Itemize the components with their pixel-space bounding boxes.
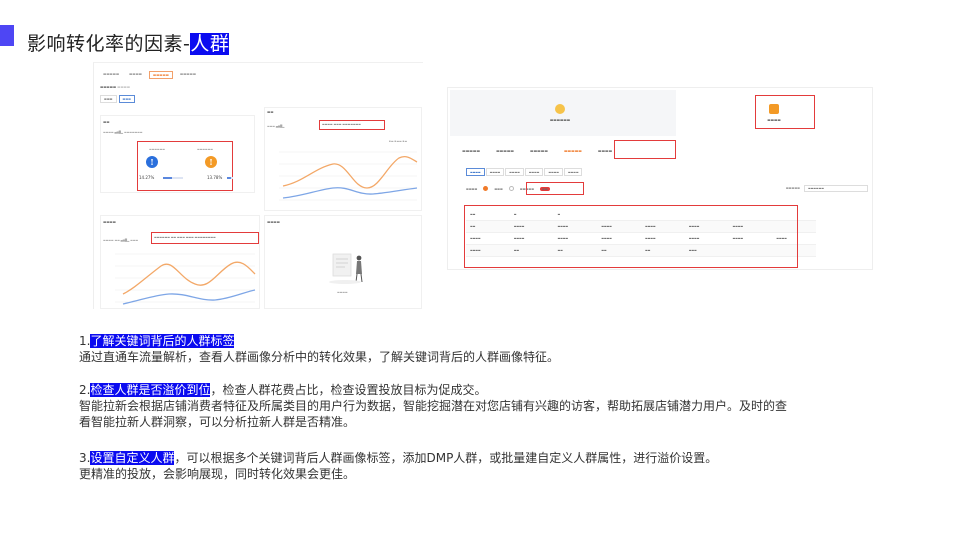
screenshot-tabs: ▬▬▬▬▬ ▬▬▬▬ ▬▬▬▬▬ ▬▬▬▬▬ — [100, 71, 199, 79]
nav-highlight-frame — [614, 140, 676, 159]
screenshot-tab: ▬▬▬▬▬ — [179, 72, 196, 76]
crowd-nav-item: ▬▬▬▬▬ — [495, 148, 514, 153]
crowd-category-nav: ▬▬▬▬▬ ▬▬▬▬▬ ▬▬▬▬▬ ▬▬▬▬▬ ▬▬▬▬ — [460, 146, 614, 155]
point-number: 1. — [79, 334, 91, 348]
panel-legend: ▬▬▬▬ ▬▬ ▄▅█▂ ▬▬▬ — [103, 238, 139, 242]
panel-legend: ▪▬ ▪▬▬ ▪▬ — [389, 139, 408, 143]
age-chart-panel: ▬▬ ▬▬▬ ▄▅█▂ ▬▬▬▬ ▬▬▬ ▬▬▬▬▬▬▬ ▪▬ ▪▬▬ ▪▬ — [264, 107, 422, 211]
age-frame-text: ▬▬▬▬ ▬▬▬ ▬▬▬▬▬▬▬ — [322, 122, 361, 126]
percentage-bar-b — [227, 177, 233, 179]
title-prefix: 影响转化率的因素- — [27, 33, 191, 55]
gender-panel: ▬▬ ▬▬▬▬ ▄▅█▂ ▬▬▬▬▬▬▬ ▬▬▬▬▬▬ ▬▬▬▬▬▬ ! ! 1… — [100, 115, 255, 193]
screenshot-pills: ▬▬▬ ▬▬▬ — [100, 95, 136, 103]
crowd-chip: ▬▬▬▬ — [485, 168, 505, 176]
crowd-chip: ▬▬▬▬ — [524, 168, 544, 176]
panel-label: ▬▬ — [103, 120, 110, 124]
card-label: ▬▬▬▬▬▬ — [549, 118, 571, 122]
title-accent-bar — [0, 25, 14, 46]
crowd-chip: ▬▬▬▬ — [505, 168, 524, 176]
panel-legend: ▬▬▬ ▄▅█▂ — [267, 124, 285, 128]
point-number: 2. — [79, 383, 91, 397]
point-heading: 检查人群是否溢价到位 — [90, 383, 211, 397]
male-icon: ! — [146, 156, 158, 168]
crowd-card-rank: ▬▬▬▬▬▬ — [510, 90, 610, 136]
age-line-chart — [279, 151, 418, 201]
panel-label: ▬▬▬▬ — [267, 220, 280, 224]
panel-legend: ▬▬▬▬ ▄▅█▂ ▬▬▬▬▬▬▬ — [103, 130, 143, 134]
option-label: ▬▬▬▬ — [466, 186, 478, 191]
point-body-line: 智能拉新会根据店铺消费者特征及所属类目的用户行为数据，智能挖掘潜在对您店铺有兴趣… — [79, 399, 788, 413]
custom-card-highlight-frame — [755, 95, 815, 129]
preference-frame-text: ▬▬▬▬▬▬ ▬▬ ▬▬▬ ▬▬▬ ▬▬▬▬▬▬▬▬ — [154, 235, 216, 239]
gender-label-b: ▬▬▬▬▬▬ — [197, 147, 213, 151]
crowd-chip: ▬▬▬▬ — [563, 168, 583, 176]
point-body-line: 看智能拉新人群洞察，可以分析拉新人群是否精准。 — [79, 415, 356, 429]
point-number: 3. — [79, 451, 91, 465]
point-1: 1.了解关键词背后的人群标签 通过直通车流量解析，查看人群画像分析中的转化效果，… — [79, 333, 559, 365]
crowd-settings-screenshot: ▬▬▬▬▬▬ ▬▬▬▬ ▬▬▬▬▬ ▬▬▬▬▬ ▬▬▬▬▬ ▬▬▬▬▬ ▬▬▬▬… — [447, 87, 873, 270]
screenshot-pill: ▬▬▬ — [118, 95, 136, 103]
preference-chart-panel: ▬▬▬▬ ▬▬▬▬ ▬▬ ▄▅█▂ ▬▬▬ ▬▬▬▬▬▬ ▬▬ ▬▬▬ ▬▬▬ … — [100, 215, 260, 309]
point-heading-rest: ，可以根据多个关键词背后人群画像标签，添加DMP人群，或批量建自定义人群属性，进… — [174, 451, 718, 465]
empty-state-illustration — [329, 253, 363, 284]
preference-line-chart — [115, 253, 256, 305]
point-body-line: 通过直通车流量解析，查看人群画像分析中的转化效果，了解关键词背后的人群画像特征。 — [79, 350, 560, 364]
crowd-type-cards: ▬▬▬▬▬▬ ▬▬▬▬ — [450, 90, 872, 136]
crowd-filter-chips: ▬▬▬▬ ▬▬▬▬ ▬▬▬▬ ▬▬▬▬ ▬▬▬▬ ▬▬▬▬ — [466, 168, 583, 176]
point-heading-rest: ，检查人群花费占比，检查设置投放目标为促成交。 — [210, 383, 487, 397]
empty-state-panel: ▬▬▬▬ ▬▬▬▬ — [264, 215, 422, 309]
option-label: ▬▬▬ — [494, 186, 503, 191]
percentage-bar-a — [163, 177, 183, 179]
medal-icon — [555, 104, 565, 114]
title-highlight: 人群 — [190, 33, 230, 55]
female-icon: ! — [205, 156, 217, 168]
crowd-chip: ▬▬▬▬ — [544, 168, 563, 176]
crowd-nav-item-active: ▬▬▬▬▬ — [563, 148, 582, 153]
page-title: 影响转化率的因素-人群 — [27, 29, 230, 56]
point-2-heading-line: 2.检查人群是否溢价到位，检查人群花费占比，检查设置投放目标为促成交。 — [79, 382, 787, 398]
table-highlight-frame — [464, 205, 798, 268]
percentage-a: 14.27% — [139, 175, 155, 180]
screenshot-pill: ▬▬▬ — [100, 95, 117, 103]
option-highlight-frame — [526, 182, 584, 195]
point-2: 2.检查人群是否溢价到位，检查人群花费占比，检查设置投放目标为促成交。 智能拉新… — [79, 382, 787, 430]
screenshot-tab-active: ▬▬▬▬▬ — [148, 71, 173, 79]
panel-label: ▬▬▬▬ — [103, 220, 116, 224]
radio-selected — [483, 186, 489, 191]
screenshot-tab: ▬▬▬▬ — [129, 72, 142, 76]
point-1-heading-line: 1.了解关键词背后的人群标签 — [79, 333, 559, 349]
gender-label-a: ▬▬▬▬▬▬ — [149, 147, 165, 151]
point-heading: 了解关键词背后的人群标签 — [90, 334, 235, 348]
crowd-chip: ▬▬▬▬ — [466, 168, 485, 176]
screenshot-subtitle: ▬▬▬▬▬ ▬▬▬▬ — [100, 85, 130, 89]
percentage-b: 13.78% — [207, 175, 223, 180]
point-body-line: 更精准的投放，会影响展现，同时转化效果会更佳。 — [79, 467, 356, 481]
point-3: 3.设置自定义人群，可以根据多个关键词背后人群画像标签，添加DMP人群，或批量建… — [79, 450, 717, 482]
radio — [508, 186, 514, 191]
crowd-nav-item: ▬▬▬▬ — [597, 148, 613, 153]
empty-state-caption: ▬▬▬▬ — [337, 290, 348, 294]
crowd-analysis-screenshot: ▬▬▬▬▬ ▬▬▬▬ ▬▬▬▬▬ ▬▬▬▬▬ ▬▬▬▬▬ ▬▬▬▬ ▬▬▬ ▬▬… — [93, 62, 423, 309]
crowd-select: ▬▬▬▬▬▬ — [804, 185, 868, 192]
select-label: ▬▬▬▬▬ — [785, 186, 800, 190]
point-3-heading-line: 3.设置自定义人群，可以根据多个关键词背后人群画像标签，添加DMP人群，或批量建… — [79, 450, 717, 466]
crowd-nav-item: ▬▬▬▬▬ — [462, 148, 480, 153]
screenshot-tab: ▬▬▬▬▬ — [103, 72, 120, 76]
panel-label: ▬▬ — [267, 110, 274, 114]
crowd-nav-item: ▬▬▬▬▬ — [529, 148, 548, 153]
point-heading: 设置自定义人群 — [90, 451, 175, 465]
